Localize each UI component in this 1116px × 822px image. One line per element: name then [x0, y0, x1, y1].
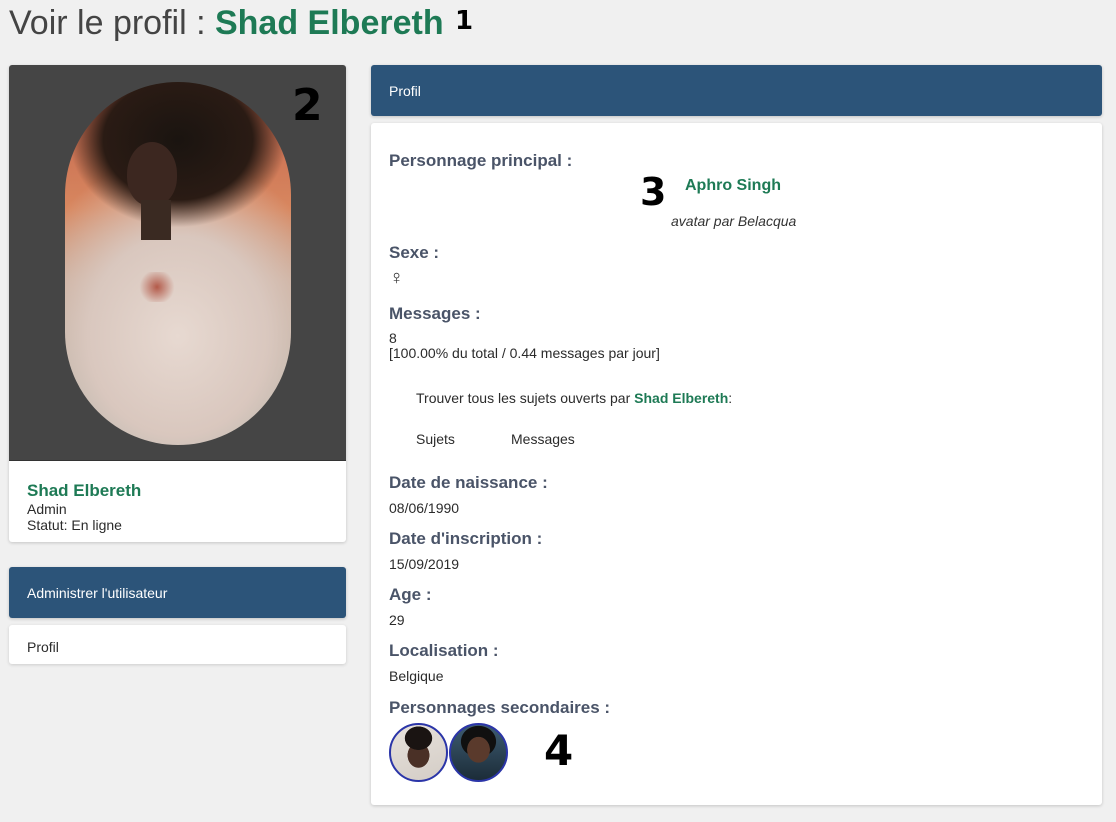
admin-panel-body: Profil: [9, 625, 346, 664]
avatar-neck-shape: [141, 200, 171, 240]
birthdate-value: 08/06/1990: [389, 500, 460, 516]
page-title-username[interactable]: Shad Elbereth: [215, 4, 444, 42]
annotation-mark-4: 4: [544, 726, 574, 775]
profile-card: Personnage principal : Aphro Singh avata…: [371, 123, 1102, 805]
user-status: Statut: En ligne: [27, 517, 122, 533]
avatar-stain-shape: [137, 272, 177, 302]
secondary-character-avatar-1[interactable]: [389, 723, 448, 782]
messages-link[interactable]: Messages: [511, 431, 575, 447]
avatar-credit: avatar par Belacqua: [671, 213, 797, 229]
find-topics-prefix: Trouver tous les sujets ouverts par: [416, 390, 635, 406]
user-rank: Admin: [27, 501, 67, 517]
page-title: Voir le profil : Shad Elbereth: [9, 4, 444, 43]
age-label: Age :: [389, 585, 432, 604]
admin-profile-link[interactable]: Profil: [27, 639, 59, 655]
user-card: Shad Elbereth Admin Statut: En ligne: [9, 65, 346, 542]
avatar-face-shape: [127, 142, 177, 206]
messages-label: Messages :: [389, 304, 481, 323]
messages-value: 8 [100.00% du total / 0.44 messages par …: [389, 331, 660, 361]
secondary-characters-label: Personnages secondaires :: [389, 698, 611, 717]
admin-panel-header: Administrer l'utilisateur: [9, 567, 346, 618]
find-topics-text: Trouver tous les sujets ouverts par Shad…: [416, 390, 732, 406]
signup-date-value: 15/09/2019: [389, 556, 460, 572]
profile-section-header: Profil: [371, 65, 1102, 116]
messages-count: 8: [389, 330, 397, 346]
avatar-image: [65, 82, 291, 445]
page-title-prefix: Voir le profil :: [9, 4, 215, 42]
user-name[interactable]: Shad Elbereth: [27, 481, 328, 501]
signup-date-label: Date d'inscription :: [389, 529, 543, 548]
location-value: Belgique: [389, 668, 444, 684]
annotation-mark-2: 2: [292, 80, 323, 131]
annotation-mark-1: 1: [455, 6, 474, 36]
age-value: 29: [389, 612, 405, 628]
find-topics-username[interactable]: Shad Elbereth: [634, 390, 728, 406]
find-topics-suffix: :: [728, 390, 733, 406]
female-gender-icon: ♀: [389, 267, 404, 289]
birthdate-label: Date de naissance :: [389, 473, 548, 492]
location-label: Localisation :: [389, 641, 499, 660]
sex-label: Sexe :: [389, 243, 440, 262]
main-character-label: Personnage principal :: [389, 151, 573, 170]
secondary-character-avatar-2[interactable]: [449, 723, 508, 782]
messages-stats: [100.00% du total / 0.44 messages par jo…: [389, 345, 660, 361]
topics-link[interactable]: Sujets: [416, 431, 455, 447]
annotation-mark-3: 3: [640, 170, 667, 214]
user-info: Shad Elbereth Admin Statut: En ligne: [9, 461, 346, 533]
main-character-name[interactable]: Aphro Singh: [685, 177, 781, 195]
